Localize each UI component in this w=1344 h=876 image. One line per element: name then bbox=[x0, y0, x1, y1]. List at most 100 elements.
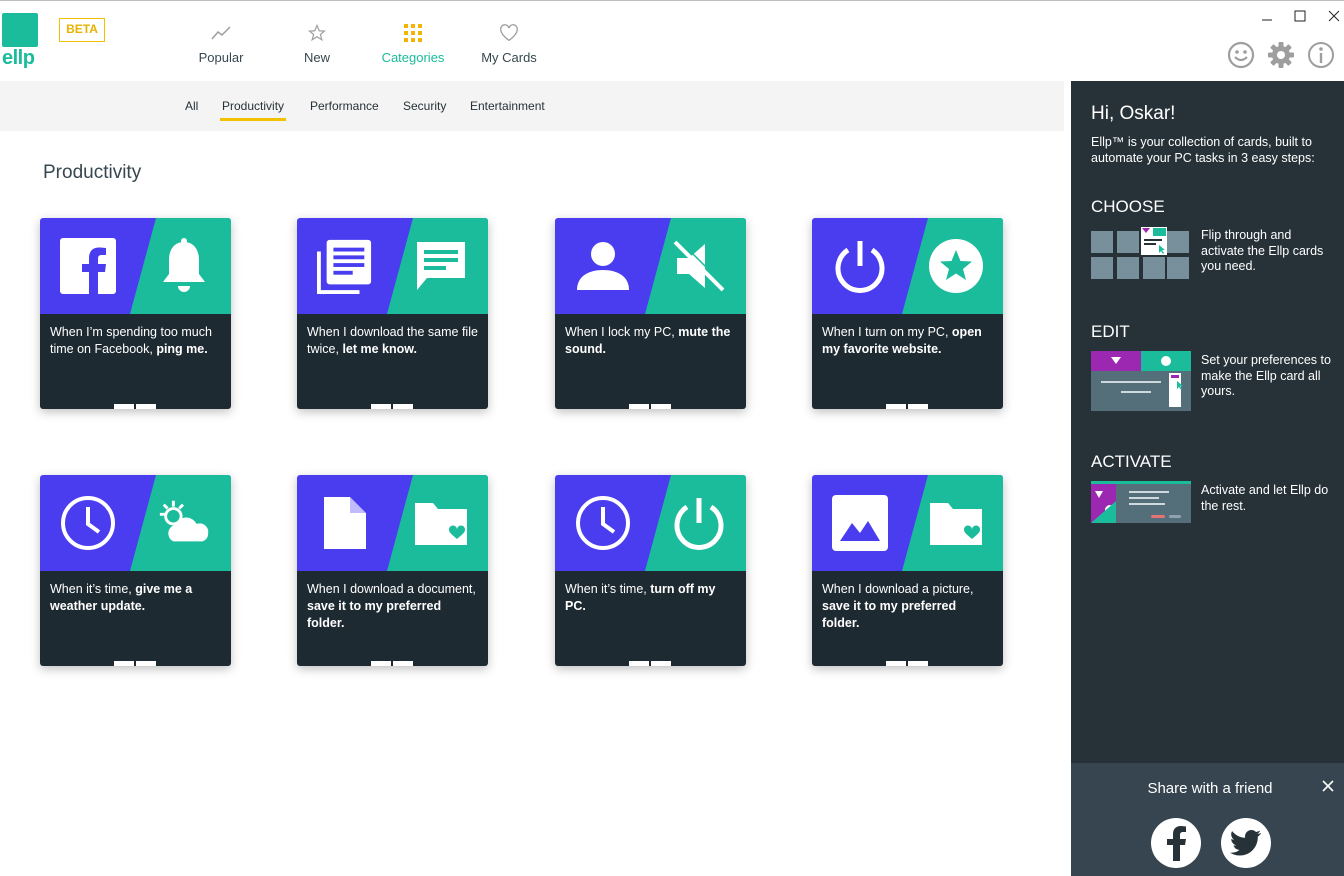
card-description: When I download a picture, save it to my… bbox=[812, 571, 1003, 666]
minimize-icon[interactable] bbox=[1257, 7, 1277, 25]
card-turn-off-pc[interactable]: When it’s time, turn off my PC. bbox=[555, 475, 746, 666]
card-notch bbox=[371, 661, 391, 666]
card-action-text: save it to my preferred folder. bbox=[307, 599, 442, 630]
section-title: Productivity bbox=[43, 162, 142, 183]
card-notch bbox=[371, 404, 391, 409]
top-bar: ellp BETA Popular New Categories My Card… bbox=[0, 0, 1344, 81]
feedback-smiley-icon[interactable] bbox=[1226, 40, 1256, 70]
facebook-icon bbox=[1167, 826, 1186, 861]
power-icon bbox=[832, 238, 888, 294]
activate-illustration bbox=[1091, 481, 1191, 541]
card-header bbox=[555, 218, 746, 314]
card-header bbox=[297, 475, 488, 571]
card-header bbox=[40, 218, 231, 314]
category-tabs: All Productivity Performance Security En… bbox=[0, 81, 1064, 131]
share-title: Share with a friend bbox=[1147, 780, 1273, 797]
partly-cloudy-icon bbox=[156, 495, 212, 551]
star-circle-icon bbox=[928, 238, 984, 294]
card-header bbox=[812, 475, 1003, 571]
card-notch bbox=[393, 404, 413, 409]
settings-gear-icon[interactable] bbox=[1266, 40, 1296, 70]
nav-new-label: New bbox=[303, 50, 330, 65]
folder-heart-icon bbox=[928, 495, 984, 551]
step-edit-text: Set your preferences to make the Ellp ca… bbox=[1201, 353, 1331, 398]
card-action-text: ping me. bbox=[156, 342, 208, 356]
card-text: When I download a document, bbox=[307, 582, 476, 596]
close-window-icon[interactable] bbox=[1324, 7, 1344, 25]
step-activate-text: Activate and let Ellp do the rest. bbox=[1201, 483, 1329, 513]
card-text: When I turn on my PC, bbox=[822, 325, 952, 339]
card-notch bbox=[886, 661, 906, 666]
tab-performance[interactable]: Performance bbox=[310, 99, 379, 118]
ellp-logo[interactable]: ellp bbox=[2, 13, 40, 71]
intro-text: Ellp™ is your collection of cards, built… bbox=[1091, 135, 1315, 165]
card-description: When I turn on my PC, open my favorite w… bbox=[812, 314, 1003, 409]
nav-categories-label: Categories bbox=[381, 50, 445, 65]
card-text: When I download a picture, bbox=[822, 582, 974, 596]
card-notch bbox=[908, 661, 928, 666]
card-duplicate-download[interactable]: When I download the same file twice, let… bbox=[297, 218, 488, 409]
card-lock-mute[interactable]: When I lock my PC, mute the sound. bbox=[555, 218, 746, 409]
card-description: When I lock my PC, mute the sound. bbox=[555, 314, 746, 409]
file-icon bbox=[317, 495, 373, 551]
beta-badge: BETA bbox=[59, 18, 105, 42]
star-outline-icon bbox=[297, 21, 337, 45]
info-icon[interactable] bbox=[1306, 40, 1336, 70]
chat-message-icon bbox=[413, 238, 469, 294]
card-save-picture[interactable]: When I download a picture, save it to my… bbox=[812, 475, 1003, 666]
card-header bbox=[297, 218, 488, 314]
card-notch bbox=[651, 661, 671, 666]
nav-popular-label: Popular bbox=[198, 50, 244, 65]
edit-illustration bbox=[1091, 351, 1191, 411]
card-header bbox=[40, 475, 231, 571]
grid-icon bbox=[378, 21, 448, 45]
card-notch bbox=[114, 404, 134, 409]
twitter-icon bbox=[1230, 830, 1261, 856]
nav-categories[interactable]: Categories bbox=[378, 21, 448, 71]
onboarding-panel: Hi, Oskar! Ellp™ is your collection of c… bbox=[1071, 81, 1344, 876]
card-text: When it’s time, bbox=[565, 582, 651, 596]
folder-heart-icon bbox=[413, 495, 469, 551]
close-icon[interactable] bbox=[1321, 779, 1337, 795]
card-notch bbox=[136, 404, 156, 409]
maximize-icon[interactable] bbox=[1290, 7, 1310, 25]
logo-text: ellp bbox=[2, 47, 35, 69]
card-weather-update[interactable]: When it’s time, give me a weather update… bbox=[40, 475, 231, 666]
nav-my-cards-label: My Cards bbox=[481, 50, 537, 65]
card-open-website[interactable]: When I turn on my PC, open my favorite w… bbox=[812, 218, 1003, 409]
card-description: When I download a document, save it to m… bbox=[297, 571, 488, 666]
card-notch bbox=[629, 661, 649, 666]
card-save-document[interactable]: When I download a document, save it to m… bbox=[297, 475, 488, 666]
facebook-icon bbox=[60, 238, 116, 294]
nav-new[interactable]: New bbox=[297, 21, 337, 71]
tab-security[interactable]: Security bbox=[403, 99, 446, 118]
card-description: When it’s time, turn off my PC. bbox=[555, 571, 746, 666]
card-description: When it’s time, give me a weather update… bbox=[40, 571, 231, 666]
card-notch bbox=[629, 404, 649, 409]
nav-my-cards[interactable]: My Cards bbox=[478, 21, 540, 71]
tab-productivity[interactable]: Productivity bbox=[220, 99, 287, 121]
share-twitter-button[interactable] bbox=[1221, 818, 1271, 868]
tab-entertainment[interactable]: Entertainment bbox=[470, 99, 545, 118]
step-activate-title: ACTIVATE bbox=[1091, 452, 1172, 471]
greeting: Hi, Oskar! bbox=[1091, 103, 1176, 124]
trending-icon bbox=[196, 21, 246, 45]
user-icon bbox=[575, 238, 631, 294]
card-notch bbox=[136, 661, 156, 666]
card-notch bbox=[651, 404, 671, 409]
step-edit-title: EDIT bbox=[1091, 322, 1130, 341]
tab-all[interactable]: All bbox=[185, 99, 198, 118]
nav-popular[interactable]: Popular bbox=[196, 21, 246, 71]
clock-icon bbox=[60, 495, 116, 551]
card-header bbox=[812, 218, 1003, 314]
card-notch bbox=[908, 404, 928, 409]
image-icon bbox=[832, 495, 888, 551]
clock-icon bbox=[575, 495, 631, 551]
volume-mute-icon bbox=[671, 238, 727, 294]
card-text: When it’s time, bbox=[50, 582, 136, 596]
bell-icon bbox=[156, 238, 212, 294]
card-facebook-ping[interactable]: When I’m spending too much time on Faceb… bbox=[40, 218, 231, 409]
share-facebook-button[interactable] bbox=[1151, 818, 1201, 868]
heart-outline-icon bbox=[478, 21, 540, 45]
card-description: When I’m spending too much time on Faceb… bbox=[40, 314, 231, 409]
